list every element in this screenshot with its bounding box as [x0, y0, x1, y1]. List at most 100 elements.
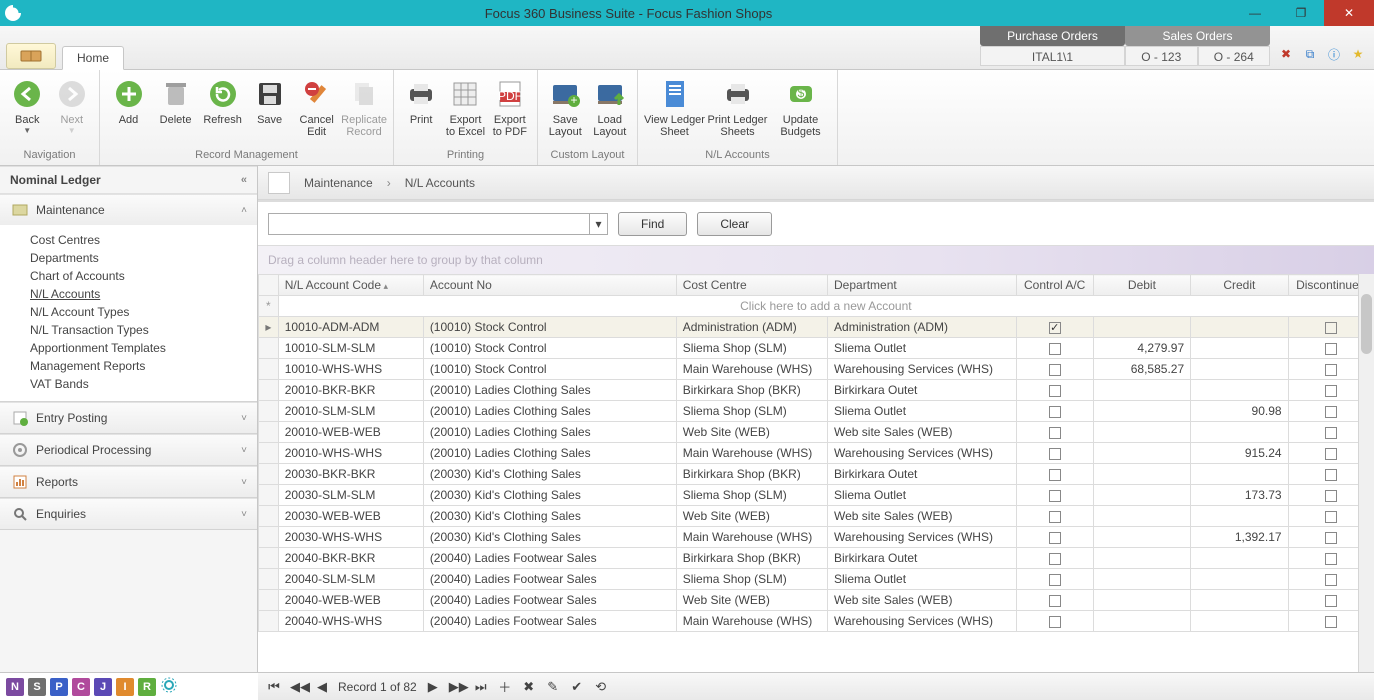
cell-credit[interactable]	[1191, 464, 1288, 485]
cell-credit[interactable]	[1191, 506, 1288, 527]
table-row[interactable]: 20010-WEB-WEB(20010) Ladies Clothing Sal…	[259, 422, 1374, 443]
cell-debit[interactable]	[1093, 380, 1190, 401]
search-combo[interactable]: ▾	[268, 213, 608, 235]
replicate-record-button[interactable]: Replicate Record	[341, 74, 387, 138]
dropdown-icon[interactable]: ▾	[589, 214, 607, 234]
cell-department[interactable]: Warehousing Services (WHS)	[828, 611, 1017, 632]
table-row[interactable]: 20030-SLM-SLM(20030) Kid's Clothing Sale…	[259, 485, 1374, 506]
sidebar-item-n-l-transaction-types[interactable]: N/L Transaction Types	[30, 321, 257, 339]
cell-credit[interactable]	[1191, 380, 1288, 401]
col-control-a-c[interactable]: Control A/C	[1016, 275, 1093, 296]
sidebar-item-departments[interactable]: Departments	[30, 249, 257, 267]
cell-code[interactable]: 20040-WHS-WHS	[278, 611, 423, 632]
accordion-entry-posting[interactable]: Entry Posting˅	[0, 402, 257, 434]
delete-button[interactable]: Delete	[153, 74, 198, 126]
scrollbar-thumb[interactable]	[1361, 294, 1372, 354]
close-button[interactable]: ✕	[1324, 0, 1374, 26]
module-shortcut-p[interactable]: P	[50, 678, 68, 696]
export-excel-button[interactable]: Export to Excel	[444, 74, 486, 138]
find-button[interactable]: Find	[618, 212, 687, 236]
cell-credit[interactable]	[1191, 317, 1288, 338]
group-by-bar[interactable]: Drag a column header here to group by th…	[258, 246, 1374, 274]
cell-account[interactable]: (20010) Ladies Clothing Sales	[423, 443, 676, 464]
cell-department[interactable]: Warehousing Services (WHS)	[828, 527, 1017, 548]
cell-debit[interactable]	[1093, 527, 1190, 548]
next-button[interactable]: Next▼	[51, 74, 94, 135]
cell-account[interactable]: (20040) Ladies Footwear Sales	[423, 590, 676, 611]
cell-control[interactable]	[1016, 527, 1093, 548]
cell-department[interactable]: Web site Sales (WEB)	[828, 590, 1017, 611]
accordion-enquiries[interactable]: Enquiries˅	[0, 498, 257, 530]
col-n-l-account-code[interactable]: N/L Account Code ▴	[278, 275, 423, 296]
cell-control[interactable]	[1016, 422, 1093, 443]
cell-costcentre[interactable]: Birkirkara Shop (BKR)	[676, 380, 827, 401]
table-row[interactable]: 20040-WHS-WHS(20040) Ladies Footwear Sal…	[259, 611, 1374, 632]
cell-costcentre[interactable]: Sliema Shop (SLM)	[676, 338, 827, 359]
cell-debit[interactable]	[1093, 443, 1190, 464]
nav-prev-icon[interactable]: ◀	[314, 679, 330, 695]
cell-department[interactable]: Sliema Outlet	[828, 569, 1017, 590]
accounts-grid[interactable]: N/L Account Code ▴Account NoCost CentreD…	[258, 274, 1374, 672]
breadcrumb-a[interactable]: Maintenance	[304, 176, 373, 190]
cell-account[interactable]: (10010) Stock Control	[423, 359, 676, 380]
cell-debit[interactable]	[1093, 590, 1190, 611]
nav-nextpage-icon[interactable]: ▶▶	[449, 679, 465, 695]
vertical-scrollbar[interactable]	[1358, 274, 1374, 672]
cell-credit[interactable]	[1191, 548, 1288, 569]
cell-account[interactable]: (20010) Ladies Clothing Sales	[423, 380, 676, 401]
sales-order-cell[interactable]: O - 264	[1198, 46, 1271, 66]
cell-costcentre[interactable]: Main Warehouse (WHS)	[676, 443, 827, 464]
cell-debit[interactable]: 68,585.27	[1093, 359, 1190, 380]
cell-account[interactable]: (20040) Ladies Footwear Sales	[423, 569, 676, 590]
accordion-reports[interactable]: Reports˅	[0, 466, 257, 498]
cell-account[interactable]: (20010) Ladies Clothing Sales	[423, 422, 676, 443]
cell-code[interactable]: 20010-WEB-WEB	[278, 422, 423, 443]
cell-code[interactable]: 20030-WEB-WEB	[278, 506, 423, 527]
table-row[interactable]: 10010-SLM-SLM(10010) Stock ControlSliema…	[259, 338, 1374, 359]
cell-code[interactable]: 20010-BKR-BKR	[278, 380, 423, 401]
save-layout-button[interactable]: +Save Layout	[544, 74, 587, 138]
cell-account[interactable]: (20030) Kid's Clothing Sales	[423, 506, 676, 527]
cell-costcentre[interactable]: Main Warehouse (WHS)	[676, 611, 827, 632]
cell-debit[interactable]	[1093, 485, 1190, 506]
sidebar-item-chart-of-accounts[interactable]: Chart of Accounts	[30, 267, 257, 285]
add-new-row[interactable]: Click here to add a new Account	[278, 296, 1373, 317]
export-pdf-button[interactable]: PDFExport to PDF	[489, 74, 531, 138]
sidebar-item-n-l-account-types[interactable]: N/L Account Types	[30, 303, 257, 321]
cell-code[interactable]: 10010-WHS-WHS	[278, 359, 423, 380]
cell-credit[interactable]: 90.98	[1191, 401, 1288, 422]
cancel-edit-button[interactable]: Cancel Edit	[294, 74, 339, 138]
note-icon[interactable]	[268, 172, 290, 194]
table-row[interactable]: ▸10010-ADM-ADM(10010) Stock ControlAdmin…	[259, 317, 1374, 338]
app-icon[interactable]	[1, 1, 25, 25]
cell-control[interactable]	[1016, 569, 1093, 590]
update-budgets-button[interactable]: $Update Budgets	[770, 74, 831, 138]
cell-costcentre[interactable]: Administration (ADM)	[676, 317, 827, 338]
nav-last-icon[interactable]: ⏭	[473, 679, 489, 695]
module-shortcut-s[interactable]: S	[28, 678, 46, 696]
cell-department[interactable]: Web site Sales (WEB)	[828, 506, 1017, 527]
cell-credit[interactable]	[1191, 422, 1288, 443]
info-icon[interactable]: ⓘ	[1326, 46, 1342, 62]
cell-department[interactable]: Administration (ADM)	[828, 317, 1017, 338]
cell-costcentre[interactable]: Main Warehouse (WHS)	[676, 527, 827, 548]
cell-credit[interactable]	[1191, 611, 1288, 632]
table-row[interactable]: 20030-WEB-WEB(20030) Kid's Clothing Sale…	[259, 506, 1374, 527]
col-account-no[interactable]: Account No	[423, 275, 676, 296]
refresh-button[interactable]: Refresh	[200, 74, 245, 126]
cell-costcentre[interactable]: Birkirkara Shop (BKR)	[676, 548, 827, 569]
cell-department[interactable]: Web site Sales (WEB)	[828, 422, 1017, 443]
cell-costcentre[interactable]: Sliema Shop (SLM)	[676, 569, 827, 590]
sales-orders-tab[interactable]: Sales Orders O - 123 O - 264	[1125, 26, 1270, 66]
cell-control[interactable]	[1016, 443, 1093, 464]
nav-add-icon[interactable]: ＋	[497, 677, 513, 696]
sidebar-item-cost-centres[interactable]: Cost Centres	[30, 231, 257, 249]
cell-department[interactable]: Sliema Outlet	[828, 485, 1017, 506]
nav-first-icon[interactable]: ⏮	[266, 679, 282, 695]
sidebar-item-apportionment-templates[interactable]: Apportionment Templates	[30, 339, 257, 357]
cell-costcentre[interactable]: Web Site (WEB)	[676, 590, 827, 611]
cell-code[interactable]: 20010-SLM-SLM	[278, 401, 423, 422]
cell-account[interactable]: (20010) Ladies Clothing Sales	[423, 401, 676, 422]
cell-code[interactable]: 20040-SLM-SLM	[278, 569, 423, 590]
cell-control[interactable]	[1016, 464, 1093, 485]
